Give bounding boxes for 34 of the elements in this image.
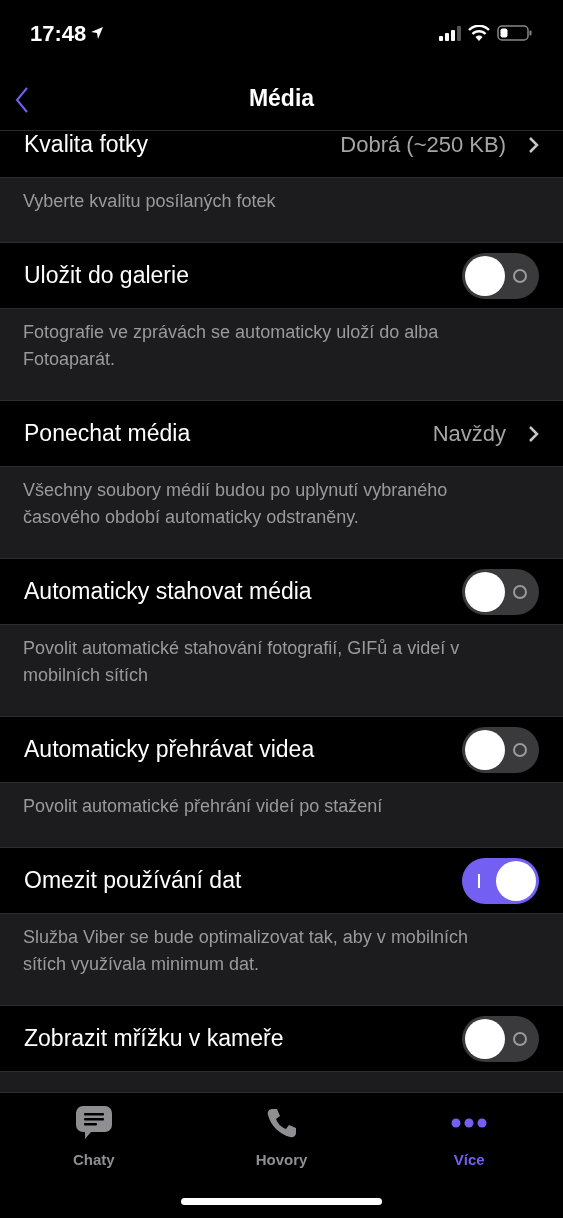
setting-label: Uložit do galerie (24, 261, 190, 291)
setting-label: Kvalita fotky (24, 131, 149, 160)
setting-description: Povolit automatické stahování fotografií, GIFů a videí v mobilních sítích (23, 637, 461, 687)
setting-description: Služba Viber se bude optimalizovat tak, aby v mobilních sítích využívala minimum dat. (23, 926, 469, 976)
setting-value-button[interactable]: Dobrá (~250 KB) (340, 131, 539, 161)
setting-description: Vyberte kvalitu posílaných fotek (23, 190, 277, 213)
wifi-icon (468, 25, 490, 41)
setting-label: Zobrazit mřížku v kameře (24, 1024, 285, 1054)
signal-icon (439, 25, 461, 41)
setting-label: Automaticky přehrávat videa (24, 735, 316, 765)
setting-label: Omezit používání dat (24, 866, 243, 896)
screen-title: Média (248, 83, 315, 113)
toggle-switch[interactable] (462, 726, 539, 773)
toggle-switch[interactable] (462, 252, 539, 299)
setting-value-button[interactable]: Navždy (432, 417, 539, 450)
setting-description: Všechny soubory médií budou po uplynutí vybraného časového období automaticky odstraněny. (23, 479, 449, 529)
setting-description: Fotografie ve zprávách se automaticky uloží do alba Fotoaparát. (23, 321, 440, 371)
setting-description: Povolit automatické přehrání videí po stažení (23, 795, 384, 818)
toggle-switch[interactable] (462, 857, 539, 904)
battery-icon (497, 25, 533, 41)
toggle-switch[interactable] (462, 568, 539, 615)
chat-bubble-icon (74, 1105, 113, 1141)
setting-label: Automaticky stahovat média (24, 577, 313, 607)
chevron-right-icon (528, 135, 539, 154)
tab-button[interactable]: Více (375, 1103, 563, 1172)
location-icon (90, 26, 105, 40)
setting-label: Ponechat média (24, 419, 192, 449)
chevron-right-icon (528, 424, 539, 443)
tab-button[interactable]: Chaty (0, 1103, 188, 1172)
more-icon (451, 1118, 488, 1128)
status-time: 17:48 (30, 19, 87, 48)
toggle-switch[interactable] (462, 1015, 539, 1062)
phone-icon (265, 1107, 298, 1139)
tab-button[interactable]: Hovory (187, 1103, 376, 1172)
